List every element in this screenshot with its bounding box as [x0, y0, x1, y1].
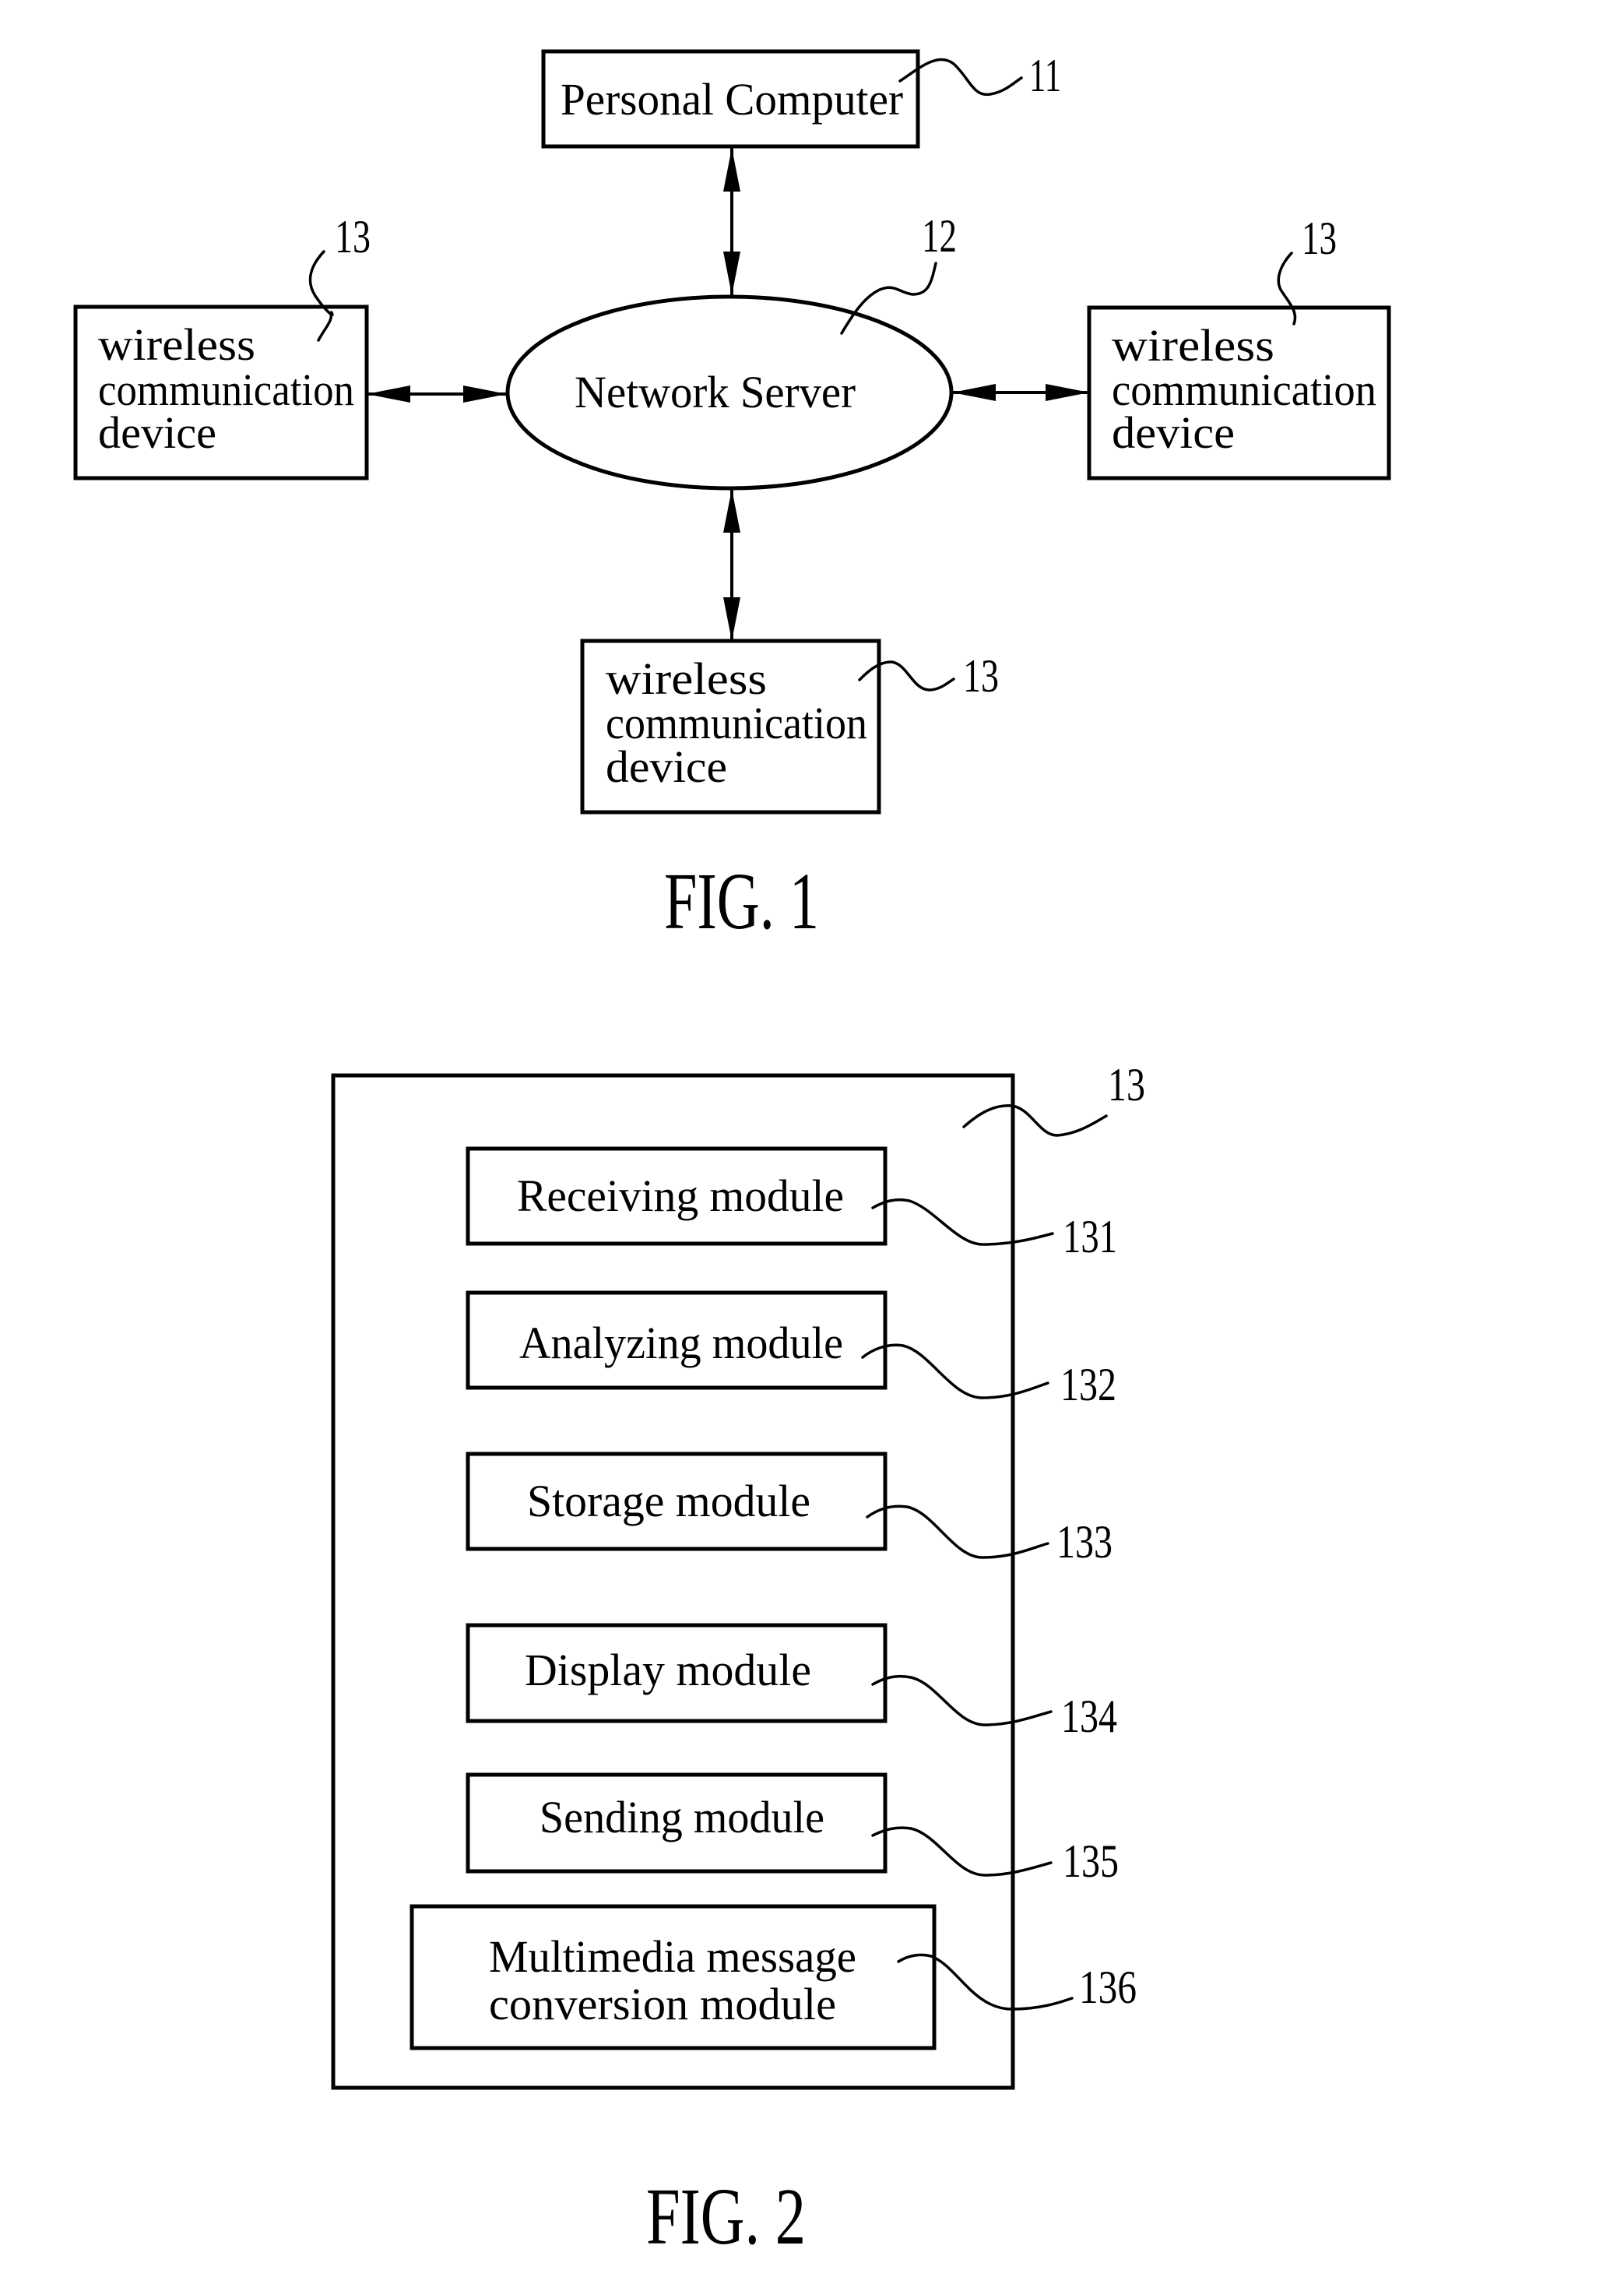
figure-1: Personal Computer 11 Network Server 12 w… [73, 49, 1391, 946]
device-left-line-1: wireless [98, 319, 255, 370]
analyzing-module: Analyzing module [466, 1290, 888, 1390]
arrow-left-device-server [367, 385, 507, 403]
arrow-pc-server [723, 148, 740, 295]
arrow-head-up [723, 489, 740, 533]
network-server-node: Network Server [505, 294, 954, 491]
ref-numeral-133: 133 [1056, 1516, 1113, 1568]
device-bottom-line-1: wireless [606, 653, 767, 704]
ref-numeral-131: 131 [1063, 1211, 1117, 1262]
figure-2-caption: FIG. 2 [646, 2172, 806, 2261]
storage-module: Storage module [466, 1452, 888, 1551]
ref-numeral-13-container: 13 [1108, 1059, 1145, 1110]
patent-drawing-sheet: Personal Computer 11 Network Server 12 w… [73, 49, 1391, 2261]
personal-computer-node: Personal Computer [541, 49, 920, 149]
multimedia-message-conversion-module: Multimedia message conversion module [410, 1904, 937, 2050]
arrow-head-down [723, 597, 740, 641]
figure-1-caption: FIG. 1 [664, 857, 819, 946]
analyzing-module-label: Analyzing module [519, 1318, 843, 1368]
display-module: Display module [466, 1623, 888, 1723]
ref-numeral-13-bottom: 13 [963, 650, 999, 702]
arrow-server-bottom-device [723, 489, 740, 641]
ref-numeral-134: 134 [1061, 1691, 1117, 1742]
sending-module: Sending module [466, 1772, 888, 1874]
device-right-line-1: wireless [1112, 320, 1274, 371]
arrow-head-right [463, 385, 507, 403]
arrow-head-right [1046, 384, 1089, 401]
receiving-module-label: Receiving module [517, 1170, 844, 1221]
personal-computer-label: Personal Computer [561, 74, 903, 125]
sending-module-label: Sending module [540, 1792, 824, 1842]
multimedia-module-label-line-2: conversion module [489, 1979, 836, 2029]
display-module-label: Display module [525, 1645, 811, 1695]
receiving-module: Receiving module [466, 1146, 888, 1246]
arrow-server-right-device [952, 384, 1089, 401]
wireless-device-right: wireless communication device [1087, 305, 1391, 480]
ref-numeral-13-right: 13 [1302, 213, 1337, 264]
arrow-head-left [952, 384, 996, 401]
arrow-head-up [723, 148, 740, 192]
ref-numeral-12: 12 [922, 210, 957, 262]
wireless-device-bottom: wireless communication device [580, 639, 881, 815]
ref-numeral-136: 136 [1079, 1962, 1137, 2013]
ref-numeral-11: 11 [1029, 50, 1061, 101]
arrow-head-left [367, 385, 410, 403]
network-server-label: Network Server [575, 367, 856, 417]
arrow-head-down [723, 252, 740, 295]
device-bottom-line-3: device [606, 741, 727, 792]
figure-2: 13 Receiving module 131 Analyzing module… [331, 1059, 1145, 2261]
ref-numeral-13-left: 13 [335, 211, 371, 262]
device-right-line-3: device [1112, 407, 1235, 458]
ref-numeral-132: 132 [1060, 1359, 1116, 1410]
multimedia-module-label-line-1: Multimedia message [489, 1931, 856, 1982]
ref-numeral-135: 135 [1063, 1835, 1119, 1887]
storage-module-label: Storage module [527, 1476, 810, 1526]
device-left-line-3: device [98, 407, 216, 458]
